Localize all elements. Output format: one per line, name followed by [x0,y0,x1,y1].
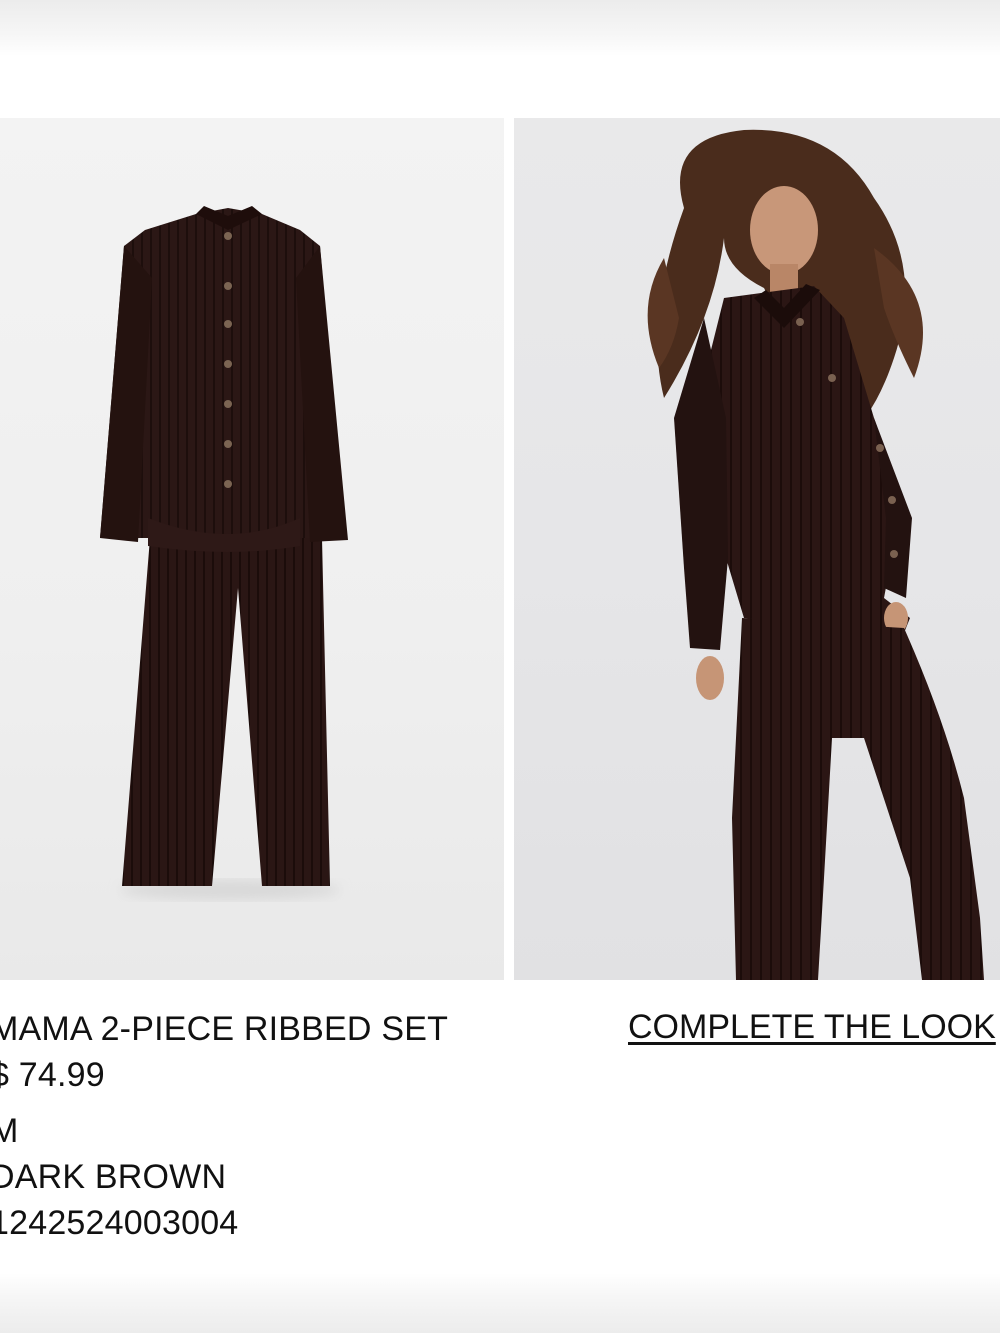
model-illustration [647,129,984,980]
product-article-number: 1242524003004 [0,1204,239,1242]
product-color: DARK BROWN [0,1158,227,1196]
product-page: MAMA 2-PIECE RIBBED SET $ 74.99 M DARK B… [0,0,1000,1333]
product-model-image[interactable] [514,118,1000,980]
complete-the-look-link[interactable]: COMPLETE THE LOOK [628,1006,996,1048]
flat-lay-illustration [100,206,348,900]
bottom-gradient-bar [0,1273,1000,1333]
product-info: MAMA 2-PIECE RIBBED SET $ 74.99 M DARK B… [0,1006,550,1246]
product-price: $ 74.99 [0,1056,105,1094]
product-size: M [0,1112,19,1150]
product-name: MAMA 2-PIECE RIBBED SET [0,1010,449,1048]
product-flat-lay-image[interactable] [0,118,504,980]
top-gradient-bar [0,0,1000,56]
